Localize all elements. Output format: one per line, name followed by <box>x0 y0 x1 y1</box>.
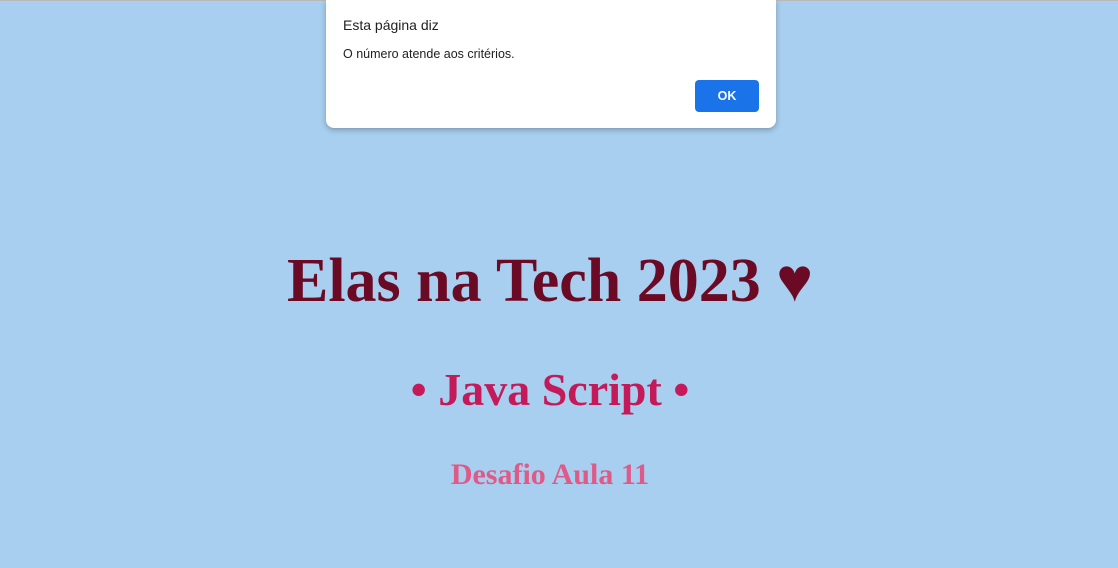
page-subtitle: • Java Script • <box>410 364 690 415</box>
page-tagline: Desafio Aula 11 <box>450 458 650 491</box>
alert-message: O número atende aos critérios. <box>343 47 515 61</box>
alert-dialog: Esta página diz O número atende aos crit… <box>326 0 776 128</box>
page-title: Elas na Tech 2023 ♥ <box>286 247 814 315</box>
alert-title: Esta página diz <box>343 17 439 33</box>
ok-button[interactable]: OK <box>695 80 759 112</box>
